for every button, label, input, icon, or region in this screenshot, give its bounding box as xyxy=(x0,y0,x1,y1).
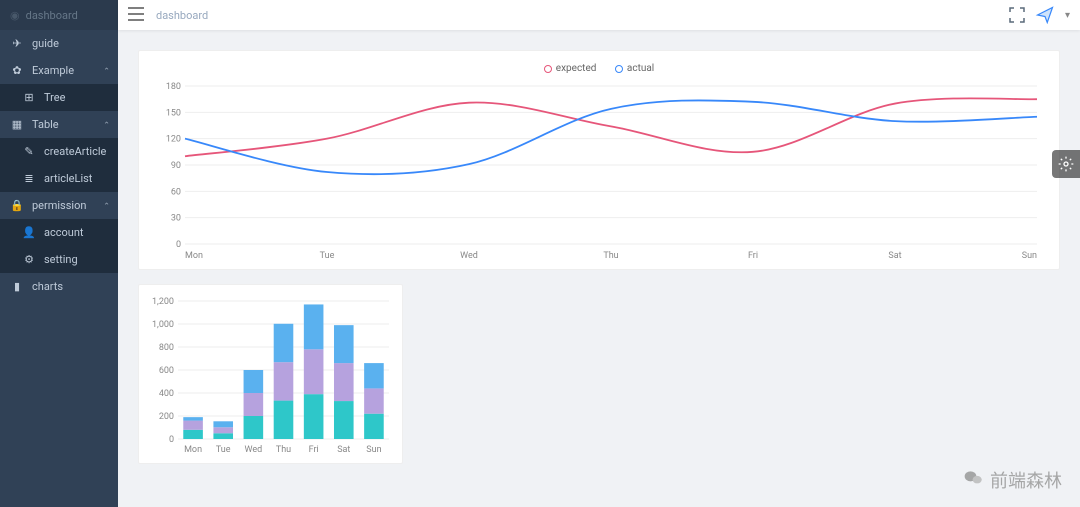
chevron-icon: ⌃ xyxy=(103,120,110,129)
watermark: 前端森林 xyxy=(962,467,1062,493)
hamburger-icon[interactable] xyxy=(128,6,144,25)
sidebar-item-createArticle[interactable]: ✎ createArticle xyxy=(0,138,118,165)
sidebar-item-Tree[interactable]: ⊞ Tree xyxy=(0,84,118,111)
svg-text:Thu: Thu xyxy=(276,445,291,455)
legend-label-actual: actual xyxy=(627,63,654,74)
svg-text:Thu: Thu xyxy=(603,251,618,261)
tool-icon: ✿ xyxy=(10,64,24,77)
topbar: dashboard ▾ xyxy=(118,0,1080,30)
line-chart-card: expected actual 0 30 60 90 120 150 180 Mon Tue We… xyxy=(138,50,1060,270)
svg-text:Tue: Tue xyxy=(320,251,335,261)
svg-text:1,000: 1,000 xyxy=(152,320,174,330)
fullscreen-icon[interactable] xyxy=(1009,7,1025,23)
list-icon: ≣ xyxy=(22,172,36,185)
sidebar-item-label: charts xyxy=(32,280,63,293)
legend-expected[interactable]: expected xyxy=(544,63,597,74)
chevron-icon: ⌃ xyxy=(103,201,110,210)
svg-text:Wed: Wed xyxy=(460,251,478,261)
svg-text:Sat: Sat xyxy=(888,251,901,261)
table-icon: ▦ xyxy=(10,118,24,131)
sidebar-item-label: permission xyxy=(32,199,86,212)
svg-text:0: 0 xyxy=(169,435,174,445)
svg-text:Fri: Fri xyxy=(309,445,319,455)
svg-text:60: 60 xyxy=(171,187,181,197)
user-icon: 👤 xyxy=(22,226,36,239)
sidebar-item-label: setting xyxy=(44,253,78,266)
svg-text:800: 800 xyxy=(159,343,174,353)
user-menu-caret[interactable]: ▾ xyxy=(1065,10,1070,21)
edit-icon: ✎ xyxy=(22,145,36,158)
breadcrumb: dashboard xyxy=(156,9,208,22)
sidebar-item-setting[interactable]: ⚙ setting xyxy=(0,246,118,273)
svg-text:Mon: Mon xyxy=(184,445,202,455)
sidebar-item-Table[interactable]: ▦ Table ⌃ xyxy=(0,111,118,138)
settings-fab[interactable] xyxy=(1052,150,1080,178)
legend-label-expected: expected xyxy=(556,63,597,74)
sidebar-item-label: articleList xyxy=(44,172,92,185)
tree-icon: ⊞ xyxy=(22,91,36,104)
lock-icon: 🔒 xyxy=(10,199,24,212)
legend-actual[interactable]: actual xyxy=(615,63,654,74)
sidebar-logo: ◉ dashboard xyxy=(0,0,118,30)
sidebar-item-charts[interactable]: ▮ charts xyxy=(0,273,118,300)
svg-text:30: 30 xyxy=(171,213,181,223)
watermark-text: 前端森林 xyxy=(990,467,1062,493)
sidebar-item-articleList[interactable]: ≣ articleList xyxy=(0,165,118,192)
svg-text:180: 180 xyxy=(166,82,181,92)
sidebar-item-account[interactable]: 👤 account xyxy=(0,219,118,246)
sidebar: ◉ dashboard ✈ guide ✿ Example ⌃ ⊞ Tree ▦ Table ⌃ ✎… xyxy=(0,0,118,507)
svg-text:Sat: Sat xyxy=(337,445,350,455)
svg-text:0: 0 xyxy=(176,240,181,250)
wechat-icon xyxy=(962,468,984,493)
bar-chart: 0 200 400 600 800 1,000 1,200 Mon Tue Wed Thu Fri Sa… xyxy=(147,295,394,455)
svg-text:Sun: Sun xyxy=(1022,251,1037,261)
sidebar-item-label: Tree xyxy=(44,91,65,104)
sidebar-item-Example[interactable]: ✿ Example ⌃ xyxy=(0,57,118,84)
sidebar-item-permission[interactable]: 🔒 permission ⌃ xyxy=(0,192,118,219)
chevron-icon: ⌃ xyxy=(103,66,110,75)
svg-text:Wed: Wed xyxy=(245,445,263,455)
svg-text:600: 600 xyxy=(159,366,174,376)
svg-text:Tue: Tue xyxy=(216,445,231,455)
logo-label: dashboard xyxy=(26,9,78,22)
line-chart: 0 30 60 90 120 150 180 Mon Tue Wed Thu Fri Sat Sun xyxy=(155,82,1043,262)
sidebar-item-label: guide xyxy=(32,37,59,50)
sidebar-item-label: createArticle xyxy=(44,145,106,158)
svg-text:Fri: Fri xyxy=(748,251,758,261)
dashboard-icon: ◉ xyxy=(10,9,20,22)
sidebar-item-label: Example xyxy=(32,64,74,77)
main-content: expected actual 0 30 60 90 120 150 180 Mon Tue We… xyxy=(118,30,1080,507)
svg-text:120: 120 xyxy=(166,134,181,144)
sidebar-item-guide[interactable]: ✈ guide xyxy=(0,30,118,57)
svg-text:1,200: 1,200 xyxy=(152,297,174,307)
svg-text:Sun: Sun xyxy=(366,445,381,455)
bar-chart-card: 0 200 400 600 800 1,000 1,200 Mon Tue Wed Thu Fri Sa… xyxy=(138,284,403,464)
send-icon[interactable] xyxy=(1035,6,1055,24)
sidebar-item-label: account xyxy=(44,226,84,239)
svg-text:Mon: Mon xyxy=(185,251,203,261)
line-chart-legend: expected actual xyxy=(155,63,1043,76)
svg-text:400: 400 xyxy=(159,389,174,399)
svg-text:150: 150 xyxy=(166,108,181,118)
svg-text:90: 90 xyxy=(171,161,181,171)
svg-text:200: 200 xyxy=(159,412,174,422)
plane-icon: ✈ xyxy=(10,37,24,50)
chart-icon: ▮ xyxy=(10,280,24,293)
gear-icon: ⚙ xyxy=(22,253,36,266)
sidebar-item-label: Table xyxy=(32,118,59,131)
